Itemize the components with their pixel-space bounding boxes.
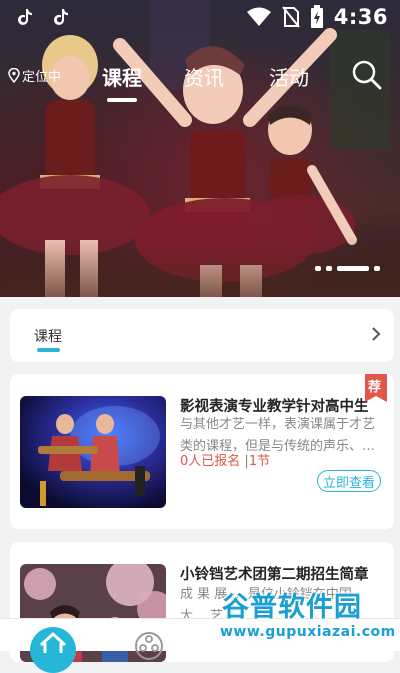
site-watermark: 谷普软件园 www.gupuxiazai.com xyxy=(220,585,400,645)
hero-banner[interactable] xyxy=(0,0,400,297)
pagination-dot[interactable] xyxy=(374,266,380,271)
course-meta: 0人已报名 |1节 xyxy=(180,450,270,469)
status-time: 4:36 xyxy=(333,5,388,29)
location-pin-icon xyxy=(8,68,20,83)
view-now-button[interactable]: 立即查看 xyxy=(317,470,381,492)
pagination-dot[interactable] xyxy=(326,266,332,271)
battery-charging-icon xyxy=(310,5,323,28)
watermark-url: www.gupuxiazai.com xyxy=(220,624,396,640)
active-tab-indicator xyxy=(107,98,137,102)
film-reel-icon[interactable] xyxy=(133,630,165,662)
tiktok-icon xyxy=(18,9,32,25)
status-bar: 4:36 xyxy=(0,0,400,36)
banner-pagination xyxy=(315,266,380,271)
course-title[interactable]: 小铃铛艺术团第二期招生简章 xyxy=(180,563,378,584)
enrolled-count: 0人已报名 xyxy=(180,454,241,469)
wifi-icon xyxy=(246,7,271,26)
watermark-name: 谷普软件园 xyxy=(222,592,362,623)
course-card[interactable]: 影视表演专业教学针对高中生 与其他才艺一样，表演课属于才艺 类的课程，但是与传统… xyxy=(10,374,394,529)
course-thumbnail xyxy=(20,396,166,508)
location-selector[interactable]: 定位中 xyxy=(8,66,61,85)
home-tab[interactable] xyxy=(30,627,76,673)
tiktok-icon xyxy=(54,9,68,25)
tab-activity[interactable]: 活动 xyxy=(269,62,309,91)
pagination-dot[interactable] xyxy=(315,266,321,271)
pagination-dot-active[interactable] xyxy=(337,266,369,271)
top-nav: 定位中 课程 资讯 活动 xyxy=(0,58,400,102)
lesson-count: 1节 xyxy=(248,454,271,469)
course-desc-line: 与其他才艺一样，表演课属于才艺 xyxy=(180,417,376,432)
chevron-right-icon[interactable] xyxy=(370,325,382,343)
location-label: 定位中 xyxy=(22,70,62,85)
search-icon[interactable] xyxy=(350,58,384,92)
tab-news[interactable]: 资讯 xyxy=(184,62,224,91)
section-header[interactable]: 课程 xyxy=(10,309,394,362)
recommend-badge: 荐 xyxy=(365,374,387,402)
course-title[interactable]: 影视表演专业教学针对高中生 xyxy=(180,395,378,416)
recommend-badge-label: 荐 xyxy=(368,380,382,395)
section-underline xyxy=(37,348,60,352)
no-sim-icon xyxy=(281,6,300,28)
tab-course[interactable]: 课程 xyxy=(102,62,142,91)
section-title: 课程 xyxy=(34,329,62,345)
